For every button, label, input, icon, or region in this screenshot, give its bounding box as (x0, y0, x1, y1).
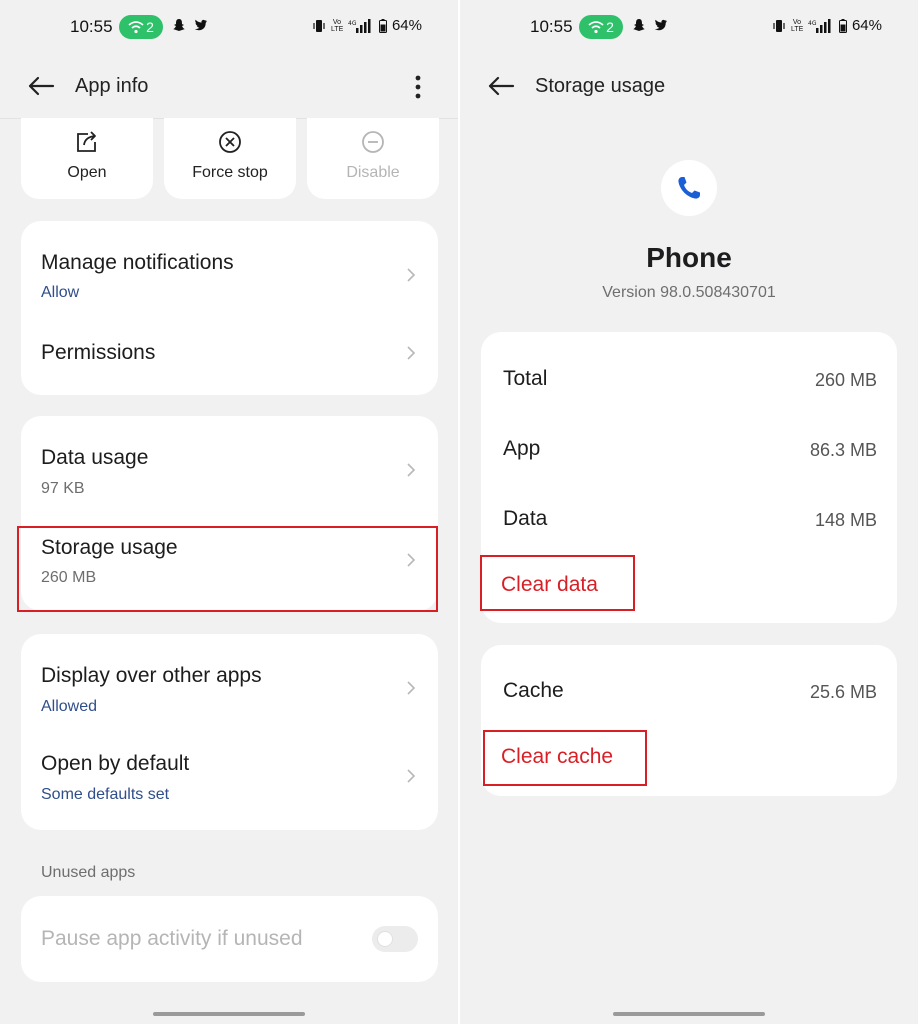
app-size-value: 86.3 MB (809, 440, 877, 460)
open-by-default-title: Open by default (41, 752, 190, 775)
svg-text:4G: 4G (348, 20, 357, 27)
snapchat-icon (173, 19, 185, 31)
status-bar: 10:55 2 Vo LTE 4G 64% (460, 0, 918, 56)
force-stop-button[interactable]: Force stop (164, 118, 296, 199)
status-bar: 10:55 2 Vo LTE 4G 64% (0, 0, 458, 56)
total-label: Total (503, 367, 548, 390)
data-size-label: Data (503, 507, 548, 530)
status-right: Vo LTE 4G 64% (312, 17, 422, 34)
clear-cache-highlight (483, 730, 647, 786)
volte-icon: Vo LTE (790, 18, 804, 33)
hotspot-pill: 2 (119, 15, 163, 39)
clear-data-highlight (480, 555, 635, 611)
app-bar: Storage usage (460, 62, 918, 112)
app-icon (661, 160, 717, 216)
open-external-icon (77, 131, 96, 152)
data-size-value: 148 MB (814, 510, 877, 530)
close-circle-icon (219, 131, 241, 153)
hotspot-count: 2 (146, 19, 154, 35)
display-card: Display over other apps Allowed Open by … (21, 634, 438, 830)
unused-apps-header: Unused apps (41, 864, 136, 881)
status-time: 10:55 (530, 17, 573, 36)
signal-icon: 4G (348, 18, 371, 33)
notification-icons (632, 18, 668, 32)
svg-text:4G: 4G (808, 20, 817, 27)
data-usage-title: Data usage (41, 446, 149, 469)
twitter-icon (194, 19, 207, 31)
page-title: App info (75, 75, 149, 97)
snapchat-icon (633, 19, 645, 31)
open-button[interactable]: Open (21, 118, 153, 199)
notifications-card: Manage notifications Allow Permissions (21, 221, 438, 395)
unused-apps-card: Pause app activity if unused (21, 896, 438, 982)
chevron-right-icon (407, 268, 416, 282)
gesture-bar[interactable] (153, 1012, 305, 1016)
permissions-title: Permissions (41, 341, 156, 364)
cache-value: 25.6 MB (809, 682, 877, 702)
pause-app-activity-toggle[interactable] (372, 926, 418, 952)
wifi-icon (588, 21, 604, 34)
toggle-knob (377, 931, 393, 947)
app-name: Phone (646, 242, 732, 273)
total-value: 260 MB (814, 370, 877, 390)
app-version: Version 98.0.508430701 (602, 284, 776, 301)
back-arrow-icon[interactable] (487, 74, 515, 98)
disable-label: Disable (346, 164, 400, 181)
open-label: Open (67, 164, 107, 181)
pause-app-activity-label: Pause app activity if unused (41, 927, 303, 950)
open-by-default-status: Some defaults set (41, 786, 170, 803)
chevron-right-icon (407, 769, 416, 783)
app-bar: App info (0, 62, 458, 112)
page-title: Storage usage (535, 75, 666, 97)
data-usage-value: 97 KB (41, 480, 85, 497)
battery-icon (378, 18, 387, 33)
status-time: 10:55 (70, 17, 113, 36)
display-over-other-apps-title: Display over other apps (41, 664, 262, 687)
notification-icons (172, 18, 208, 32)
storage-usage-screen: 10:55 2 Vo LTE 4G 64% Storage usage Phone… (460, 0, 918, 1024)
battery-icon (838, 18, 847, 33)
twitter-icon (654, 19, 667, 31)
status-right: Vo LTE 4G 64% (772, 17, 882, 34)
app-info-screen: 10:55 2 Vo LTE 4G 64% App info Open Force… (0, 0, 458, 1024)
vibrate-icon (313, 19, 325, 32)
storage-usage-highlight (17, 526, 438, 612)
disable-button[interactable]: Disable (307, 118, 439, 199)
back-arrow-icon[interactable] (27, 74, 55, 98)
gesture-bar[interactable] (613, 1012, 765, 1016)
chevron-right-icon (407, 681, 416, 695)
hotspot-count: 2 (606, 19, 614, 35)
open-by-default-row[interactable]: Open by default Some defaults set (21, 730, 438, 830)
vibrate-icon (773, 19, 785, 32)
hotspot-pill: 2 (579, 15, 623, 39)
display-over-other-apps-status: Allowed (41, 698, 98, 715)
manage-notifications-title: Manage notifications (41, 251, 234, 274)
force-stop-label: Force stop (192, 164, 268, 181)
signal-icon: 4G (808, 18, 831, 33)
manage-notifications-status: Allow (41, 284, 80, 301)
battery-level: 64% (391, 17, 422, 34)
app-size-label: App (503, 437, 541, 460)
phone-icon (678, 177, 700, 199)
cache-label: Cache (503, 679, 564, 702)
chevron-right-icon (407, 463, 416, 477)
volte-icon: Vo LTE (330, 18, 344, 33)
wifi-icon (128, 21, 144, 34)
battery-level: 64% (851, 17, 882, 34)
permissions-row[interactable]: Permissions (21, 315, 438, 395)
display-over-other-apps-row[interactable]: Display over other apps Allowed (21, 634, 438, 730)
data-usage-row[interactable]: Data usage 97 KB (21, 416, 438, 526)
minus-circle-icon (362, 131, 384, 153)
chevron-right-icon (407, 346, 416, 360)
more-options-icon[interactable] (406, 74, 430, 100)
manage-notifications-row[interactable]: Manage notifications Allow (21, 221, 438, 315)
